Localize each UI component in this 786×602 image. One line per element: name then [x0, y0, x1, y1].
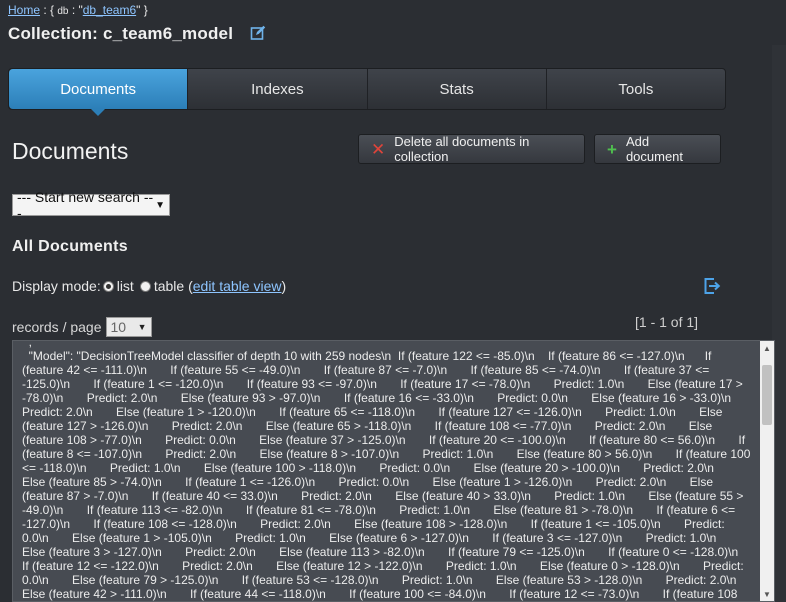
section-heading: Documents [12, 138, 129, 164]
breadcrumb: Home : { db : "db_team6" } [8, 3, 148, 17]
tab-label: Tools [618, 80, 654, 98]
breadcrumb-separator: : { [40, 3, 58, 17]
close-paren: ) [281, 278, 287, 294]
all-documents-heading: All Documents [12, 238, 128, 255]
caret-down-icon: ▼ [137, 322, 147, 332]
export-icon[interactable] [703, 277, 721, 295]
breadcrumb-home-link[interactable]: Home [8, 3, 40, 17]
table-mode-label: table [153, 278, 185, 294]
tab-label: Indexes [251, 80, 304, 98]
list-mode-radio[interactable] [102, 280, 114, 292]
tab-label: Stats [439, 80, 474, 98]
search-select-value: --- Start new search --- [17, 189, 154, 221]
scroll-thumb[interactable] [762, 365, 772, 425]
records-per-page-select[interactable]: 10 ▼ [105, 317, 152, 337]
delete-all-documents-button[interactable]: ✕ Delete all documents in collection [358, 134, 585, 164]
page-title: Collection: c_team6_model [8, 24, 234, 43]
open-paren: ( [184, 278, 193, 294]
collection-tabs: Documents Indexes Stats Tools [8, 68, 726, 116]
scroll-up-icon[interactable]: ▲ [760, 341, 774, 355]
search-select[interactable]: --- Start new search --- ▼ [12, 189, 170, 221]
tab-stats[interactable]: Stats [368, 69, 547, 109]
table-mode-radio[interactable] [139, 280, 151, 292]
breadcrumb-db-separator: : " [68, 3, 83, 17]
records-select-value: 10 [110, 319, 127, 335]
scroll-down-icon[interactable]: ▼ [760, 587, 774, 601]
delete-all-label: Delete all documents in collection [394, 134, 530, 164]
list-mode-label: list [116, 278, 134, 294]
breadcrumb-db-link[interactable]: db_team6 [83, 3, 136, 17]
tab-documents[interactable]: Documents [9, 69, 189, 116]
records-label: records / page [12, 319, 102, 335]
tab-indexes[interactable]: Indexes [188, 69, 368, 109]
caret-down-icon: ▼ [155, 199, 165, 211]
add-document-button[interactable]: + Add document [594, 134, 721, 164]
edit-icon[interactable] [250, 25, 266, 41]
add-document-label: Add document [625, 134, 684, 164]
plus-icon: + [607, 139, 617, 159]
edit-table-view-link[interactable]: edit table view [193, 278, 282, 294]
breadcrumb-close: " } [136, 3, 148, 17]
pagination-range: [1 - 1 of 1] [635, 314, 699, 330]
records-per-page: records / page 10 ▼ [12, 317, 152, 337]
display-mode-label: Display mode: [12, 278, 101, 294]
tab-label: Documents [60, 80, 137, 98]
document-text: , "Model": "DecisionTreeModel classifier… [22, 340, 751, 601]
tab-tools[interactable]: Tools [547, 69, 725, 109]
document-viewer[interactable]: , "Model": "DecisionTreeModel classifier… [12, 340, 775, 602]
close-icon: ✕ [371, 139, 386, 159]
document-scrollbar[interactable]: ▲ ▼ [760, 341, 774, 601]
display-mode: Display mode: list table (edit table vie… [12, 278, 286, 294]
breadcrumb-db-prefix: db [57, 6, 69, 17]
